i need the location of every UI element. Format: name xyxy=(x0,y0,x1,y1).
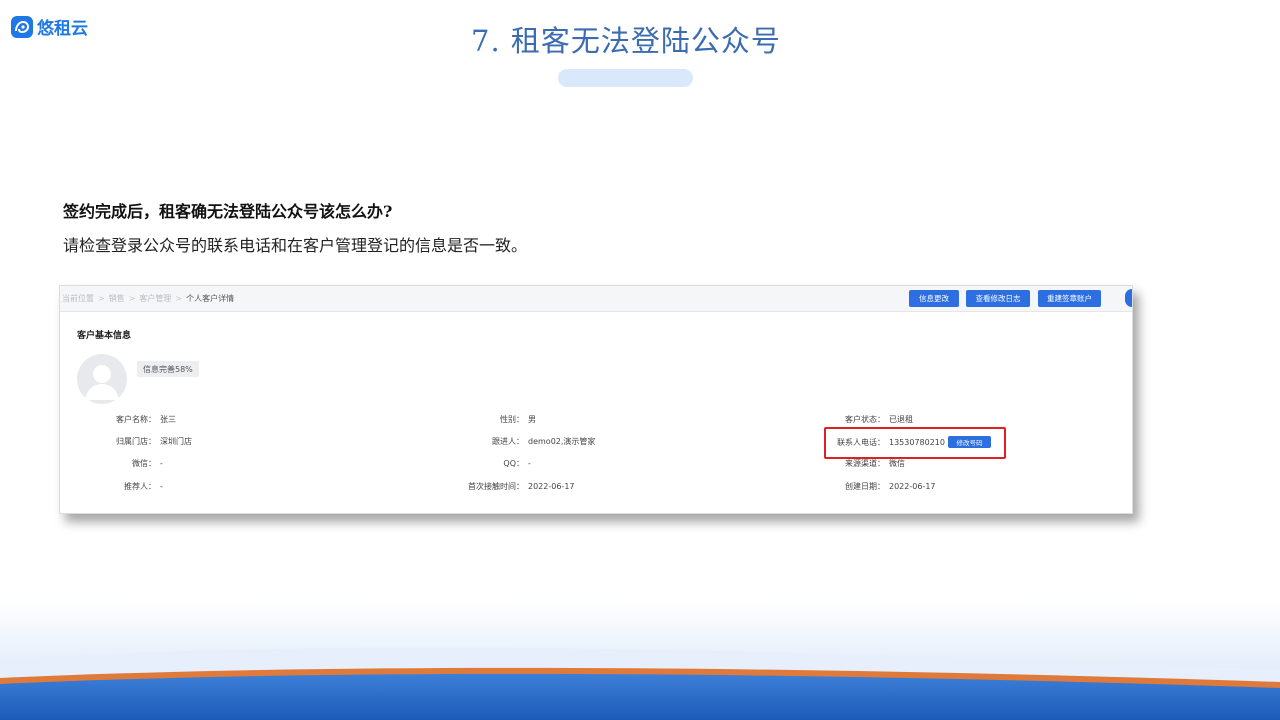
rebuild-signature-account-button[interactable]: 重建签章账户 xyxy=(1038,290,1101,307)
edit-info-button[interactable]: 信息更改 xyxy=(909,290,959,307)
avatar xyxy=(77,354,127,404)
scroll-handle[interactable] xyxy=(1125,289,1132,307)
field-first-contact-time: 首次接触时间： 2022-06-17 xyxy=(468,482,575,491)
field-created-date: 创建日期： 2022-06-17 xyxy=(845,482,936,491)
field-source-channel: 来源渠道： 微信 xyxy=(845,459,905,468)
field-customer-status: 客户状态： 已退租 xyxy=(845,415,913,424)
screenshot-toolbar: 当前位置 > 销售 > 客户管理 > 个人客户详情 信息更改 查看修改日志 重建签章账户 xyxy=(60,286,1132,312)
customer-detail-screenshot: 当前位置 > 销售 > 客户管理 > 个人客户详情 信息更改 查看修改日志 重建签章账户 客… xyxy=(59,285,1133,514)
user-placeholder-icon xyxy=(85,365,119,400)
field-customer-name: 客户名称： 张三 xyxy=(116,415,176,424)
phone-highlight-box xyxy=(824,427,1006,459)
field-gender: 性别：男 xyxy=(500,415,536,424)
slide-title: 7. 租客无法登陆公众号 xyxy=(471,24,781,58)
field-follower: 跟进人： demo02,演示管家 xyxy=(492,437,596,446)
breadcrumb: 当前位置 > 销售 > 客户管理 > 个人客户详情 xyxy=(62,294,235,303)
section-title: 客户基本信息 xyxy=(77,331,132,341)
faq-question: 签约完成后，租客确无法登陆公众号该怎么办? xyxy=(63,202,393,221)
field-qq: QQ： - xyxy=(503,459,531,468)
footer-wave-decoration xyxy=(0,600,1280,720)
completeness-badge: 信息完善58% xyxy=(137,361,199,377)
breadcrumb-item[interactable]: 销售 xyxy=(109,294,125,303)
breadcrumb-current: 个人客户详情 xyxy=(186,294,235,303)
field-wechat: 微信： - xyxy=(132,459,163,468)
field-referrer: 推荐人： - xyxy=(124,482,163,491)
breadcrumb-item[interactable]: 当前位置 xyxy=(62,294,94,303)
title-underline-pill xyxy=(558,69,693,87)
view-change-log-button[interactable]: 查看修改日志 xyxy=(966,290,1030,307)
breadcrumb-item[interactable]: 客户管理 xyxy=(139,294,171,303)
faq-answer: 请检查登录公众号的联系电话和在客户管理登记的信息是否一致。 xyxy=(63,236,528,255)
field-store: 归属门店： 深圳门店 xyxy=(116,437,192,446)
